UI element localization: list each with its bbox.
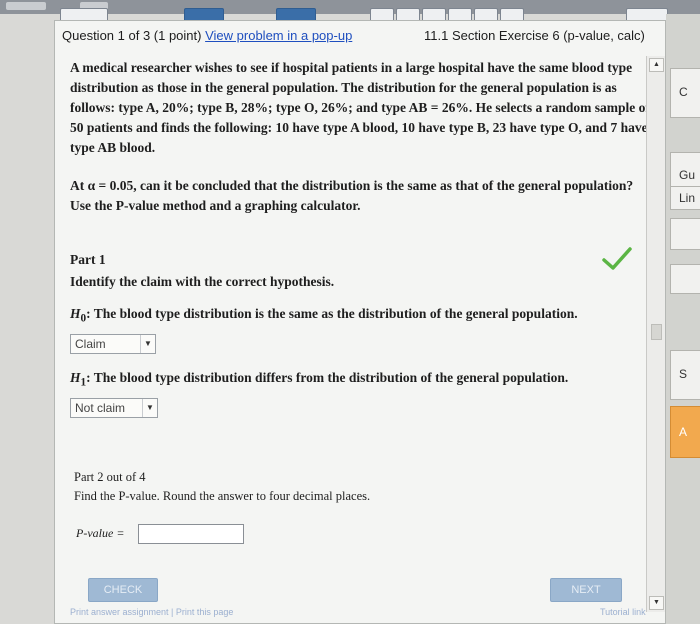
side-box-blank [670, 218, 700, 250]
side-box-blank [670, 264, 700, 294]
chevron-down-icon: ▼ [142, 399, 157, 417]
h0-statement: H0: The blood type distribution is the s… [70, 306, 650, 325]
check-button[interactable]: CHECK [88, 578, 158, 602]
section-title: 11.1 Section Exercise 6 (p-value, calc) [424, 28, 645, 43]
scroll-thumb[interactable] [651, 324, 662, 340]
tutorial-link[interactable]: Tutorial link [600, 607, 646, 617]
part2-instruction: Find the P-value. Round the answer to fo… [74, 489, 371, 503]
problem-question: At α = 0.05, can it be concluded that th… [70, 178, 634, 213]
scroll-up-icon[interactable]: ▲ [649, 58, 664, 72]
pvalue-input[interactable] [138, 524, 244, 544]
h1-select-value: Not claim [75, 401, 126, 415]
problem-statement: A medical researcher wishes to see if ho… [70, 60, 650, 155]
h0-claim-select[interactable]: Claim ▼ [70, 334, 156, 354]
scroll-down-icon[interactable]: ▼ [649, 596, 664, 610]
chevron-down-icon: ▼ [140, 335, 155, 353]
question-label: Question 1 of 3 (1 point) [62, 28, 202, 43]
side-button-s[interactable]: S [670, 350, 700, 400]
part1-instruction: Identify the claim with the correct hypo… [70, 274, 335, 289]
side-button-orange[interactable]: A [670, 406, 700, 458]
h1-symbol: H [70, 370, 81, 385]
right-side-panel: C Gu Lin S A [666, 14, 700, 624]
h1-statement: H1: The blood type distribution differs … [70, 370, 650, 389]
footer-links: Print answer assignment | Print this pag… [70, 607, 234, 617]
next-button[interactable]: NEXT [550, 578, 622, 602]
scrollbar[interactable]: ▲ ▼ [646, 56, 665, 612]
part1-title: Part 1 [70, 252, 106, 267]
popup-link[interactable]: View problem in a pop-up [205, 28, 352, 43]
h1-claim-select[interactable]: Not claim ▼ [70, 398, 158, 418]
pvalue-label: P-value = [76, 526, 125, 540]
side-button-lin[interactable]: Lin [670, 186, 700, 210]
h1-text: : The blood type distribution differs fr… [86, 370, 569, 385]
print-page-link[interactable]: Print this page [176, 607, 234, 617]
h0-select-value: Claim [75, 337, 106, 351]
side-button-c[interactable]: C [670, 68, 700, 118]
h0-text: : The blood type distribution is the sam… [86, 306, 578, 321]
print-answer-link[interactable]: Print answer assignment [70, 607, 169, 617]
question-header: Question 1 of 3 (1 point) View problem i… [62, 28, 352, 43]
correct-check-icon [602, 247, 632, 270]
part2-title: Part 2 out of 4 [74, 470, 146, 484]
h0-symbol: H [70, 306, 81, 321]
top-strip-segment [6, 2, 46, 10]
